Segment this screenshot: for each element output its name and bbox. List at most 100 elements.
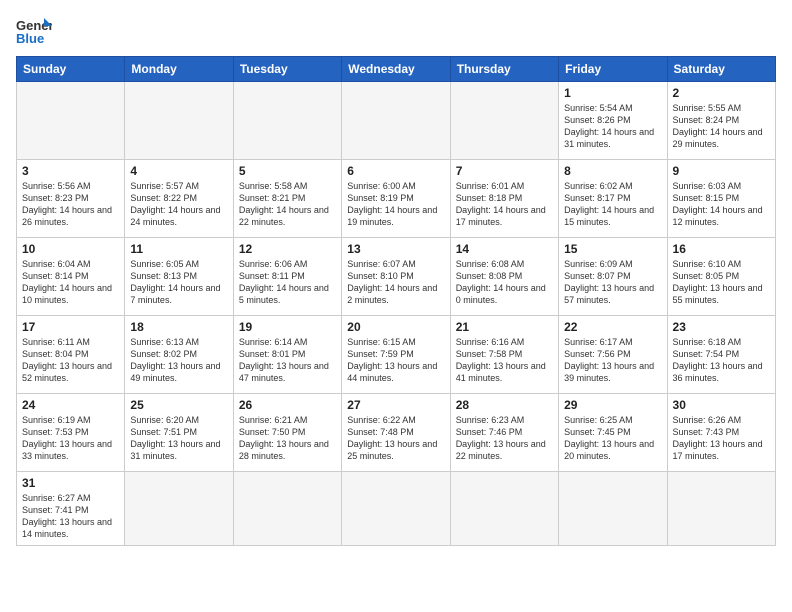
calendar-cell: 9Sunrise: 6:03 AM Sunset: 8:15 PM Daylig… xyxy=(667,160,775,238)
week-row-2: 10 Sunrise: 6:04 AM Sunset: 8:14 PM Dayli… xyxy=(17,238,776,316)
day-info: Sunrise: 6:22 AM Sunset: 7:48 PM Dayligh… xyxy=(347,414,444,463)
calendar-cell: 20 Sunrise: 6:15 AM Sunset: 7:59 PM Dayli… xyxy=(342,316,450,394)
day-number: 21 xyxy=(456,320,553,334)
day-number: 28 xyxy=(456,398,553,412)
day-info: Sunrise: 6:09 AM Sunset: 8:07 PM Dayligh… xyxy=(564,258,661,307)
calendar-cell: 1 Sunrise: 5:54 AM Sunset: 8:26 PM Daylig… xyxy=(559,82,667,160)
calendar-cell: 17Sunrise: 6:11 AM Sunset: 8:04 PM Dayli… xyxy=(17,316,125,394)
calendar-cell: 12 Sunrise: 6:06 AM Sunset: 8:11 PM Dayli… xyxy=(233,238,341,316)
calendar-cell: 23Sunrise: 6:18 AM Sunset: 7:54 PM Dayli… xyxy=(667,316,775,394)
day-info: Sunrise: 6:25 AM Sunset: 7:45 PM Dayligh… xyxy=(564,414,661,463)
day-info: Sunrise: 6:17 AM Sunset: 7:56 PM Dayligh… xyxy=(564,336,661,385)
generalblue-logo-icon: General Blue xyxy=(16,16,52,46)
day-info: Sunrise: 6:02 AM Sunset: 8:17 PM Dayligh… xyxy=(564,180,661,229)
day-info: Sunrise: 6:00 AM Sunset: 8:19 PM Dayligh… xyxy=(347,180,444,229)
calendar-cell: 22 Sunrise: 6:17 AM Sunset: 7:56 PM Dayli… xyxy=(559,316,667,394)
day-info: Sunrise: 6:04 AM Sunset: 8:14 PM Dayligh… xyxy=(22,258,119,307)
calendar-cell xyxy=(342,82,450,160)
day-number: 20 xyxy=(347,320,444,334)
weekday-header-sunday: Sunday xyxy=(17,57,125,82)
day-number: 16 xyxy=(673,242,770,256)
svg-text:Blue: Blue xyxy=(16,31,44,46)
day-info: Sunrise: 6:20 AM Sunset: 7:51 PM Dayligh… xyxy=(130,414,227,463)
calendar-cell: 16 Sunrise: 6:10 AM Sunset: 8:05 PM Dayli… xyxy=(667,238,775,316)
calendar-cell: 2Sunrise: 5:55 AM Sunset: 8:24 PM Daylig… xyxy=(667,82,775,160)
weekday-header-monday: Monday xyxy=(125,57,233,82)
day-info: Sunrise: 6:05 AM Sunset: 8:13 PM Dayligh… xyxy=(130,258,227,307)
calendar-cell xyxy=(125,82,233,160)
day-number: 11 xyxy=(130,242,227,256)
weekday-header-friday: Friday xyxy=(559,57,667,82)
calendar-cell: 28 Sunrise: 6:23 AM Sunset: 7:46 PM Dayli… xyxy=(450,394,558,472)
day-number: 15 xyxy=(564,242,661,256)
calendar-cell: 26Sunrise: 6:21 AM Sunset: 7:50 PM Dayli… xyxy=(233,394,341,472)
day-info: Sunrise: 6:08 AM Sunset: 8:08 PM Dayligh… xyxy=(456,258,553,307)
day-info: Sunrise: 6:06 AM Sunset: 8:11 PM Dayligh… xyxy=(239,258,336,307)
calendar-cell: 6Sunrise: 6:00 AM Sunset: 8:19 PM Daylig… xyxy=(342,160,450,238)
week-row-4: 24Sunrise: 6:19 AM Sunset: 7:53 PM Dayli… xyxy=(17,394,776,472)
day-number: 19 xyxy=(239,320,336,334)
calendar-cell: 7Sunrise: 6:01 AM Sunset: 8:18 PM Daylig… xyxy=(450,160,558,238)
page: General Blue SundayMondayTuesdayWednesda… xyxy=(0,0,792,556)
calendar-cell: 21 Sunrise: 6:16 AM Sunset: 7:58 PM Dayli… xyxy=(450,316,558,394)
calendar-cell: 4Sunrise: 5:57 AM Sunset: 8:22 PM Daylig… xyxy=(125,160,233,238)
day-info: Sunrise: 6:26 AM Sunset: 7:43 PM Dayligh… xyxy=(673,414,770,463)
day-number: 27 xyxy=(347,398,444,412)
calendar-cell: 11 Sunrise: 6:05 AM Sunset: 8:13 PM Dayli… xyxy=(125,238,233,316)
calendar-cell: 5Sunrise: 5:58 AM Sunset: 8:21 PM Daylig… xyxy=(233,160,341,238)
calendar-cell: 31 Sunrise: 6:27 AM Sunset: 7:41 PM Dayli… xyxy=(17,472,125,546)
day-number: 31 xyxy=(22,476,119,490)
calendar-cell: 15 Sunrise: 6:09 AM Sunset: 8:07 PM Dayli… xyxy=(559,238,667,316)
day-info: Sunrise: 6:27 AM Sunset: 7:41 PM Dayligh… xyxy=(22,492,119,541)
day-number: 8 xyxy=(564,164,661,178)
calendar-cell: 29Sunrise: 6:25 AM Sunset: 7:45 PM Dayli… xyxy=(559,394,667,472)
day-number: 1 xyxy=(564,86,661,100)
header: General Blue xyxy=(16,16,776,46)
calendar-table: SundayMondayTuesdayWednesdayThursdayFrid… xyxy=(16,56,776,546)
day-info: Sunrise: 6:19 AM Sunset: 7:53 PM Dayligh… xyxy=(22,414,119,463)
day-number: 10 xyxy=(22,242,119,256)
day-number: 22 xyxy=(564,320,661,334)
day-info: Sunrise: 5:54 AM Sunset: 8:26 PM Dayligh… xyxy=(564,102,661,151)
calendar-cell xyxy=(233,472,341,546)
day-number: 30 xyxy=(673,398,770,412)
day-number: 14 xyxy=(456,242,553,256)
day-info: Sunrise: 6:03 AM Sunset: 8:15 PM Dayligh… xyxy=(673,180,770,229)
calendar-cell: 27 Sunrise: 6:22 AM Sunset: 7:48 PM Dayli… xyxy=(342,394,450,472)
calendar-cell: 24Sunrise: 6:19 AM Sunset: 7:53 PM Dayli… xyxy=(17,394,125,472)
day-info: Sunrise: 6:21 AM Sunset: 7:50 PM Dayligh… xyxy=(239,414,336,463)
calendar-cell xyxy=(667,472,775,546)
day-info: Sunrise: 6:10 AM Sunset: 8:05 PM Dayligh… xyxy=(673,258,770,307)
weekday-header-wednesday: Wednesday xyxy=(342,57,450,82)
calendar-cell: 8 Sunrise: 6:02 AM Sunset: 8:17 PM Daylig… xyxy=(559,160,667,238)
day-info: Sunrise: 6:16 AM Sunset: 7:58 PM Dayligh… xyxy=(456,336,553,385)
day-number: 12 xyxy=(239,242,336,256)
calendar-cell: 19 Sunrise: 6:14 AM Sunset: 8:01 PM Dayli… xyxy=(233,316,341,394)
week-row-0: 1 Sunrise: 5:54 AM Sunset: 8:26 PM Daylig… xyxy=(17,82,776,160)
calendar-cell: 30 Sunrise: 6:26 AM Sunset: 7:43 PM Dayli… xyxy=(667,394,775,472)
calendar-cell xyxy=(559,472,667,546)
calendar-cell xyxy=(233,82,341,160)
calendar-cell: 3Sunrise: 5:56 AM Sunset: 8:23 PM Daylig… xyxy=(17,160,125,238)
weekday-header-row: SundayMondayTuesdayWednesdayThursdayFrid… xyxy=(17,57,776,82)
day-info: Sunrise: 6:23 AM Sunset: 7:46 PM Dayligh… xyxy=(456,414,553,463)
day-info: Sunrise: 6:14 AM Sunset: 8:01 PM Dayligh… xyxy=(239,336,336,385)
weekday-header-thursday: Thursday xyxy=(450,57,558,82)
calendar-cell: 14 Sunrise: 6:08 AM Sunset: 8:08 PM Dayli… xyxy=(450,238,558,316)
day-number: 13 xyxy=(347,242,444,256)
calendar-cell xyxy=(450,472,558,546)
logo: General Blue xyxy=(16,16,52,46)
day-info: Sunrise: 6:18 AM Sunset: 7:54 PM Dayligh… xyxy=(673,336,770,385)
day-info: Sunrise: 6:11 AM Sunset: 8:04 PM Dayligh… xyxy=(22,336,119,385)
calendar-cell: 25 Sunrise: 6:20 AM Sunset: 7:51 PM Dayli… xyxy=(125,394,233,472)
day-info: Sunrise: 6:13 AM Sunset: 8:02 PM Dayligh… xyxy=(130,336,227,385)
day-info: Sunrise: 6:15 AM Sunset: 7:59 PM Dayligh… xyxy=(347,336,444,385)
day-number: 2 xyxy=(673,86,770,100)
calendar-cell: 10 Sunrise: 6:04 AM Sunset: 8:14 PM Dayli… xyxy=(17,238,125,316)
day-number: 25 xyxy=(130,398,227,412)
calendar-cell xyxy=(450,82,558,160)
calendar-cell xyxy=(17,82,125,160)
day-info: Sunrise: 5:57 AM Sunset: 8:22 PM Dayligh… xyxy=(130,180,227,229)
calendar-cell: 18Sunrise: 6:13 AM Sunset: 8:02 PM Dayli… xyxy=(125,316,233,394)
day-number: 3 xyxy=(22,164,119,178)
